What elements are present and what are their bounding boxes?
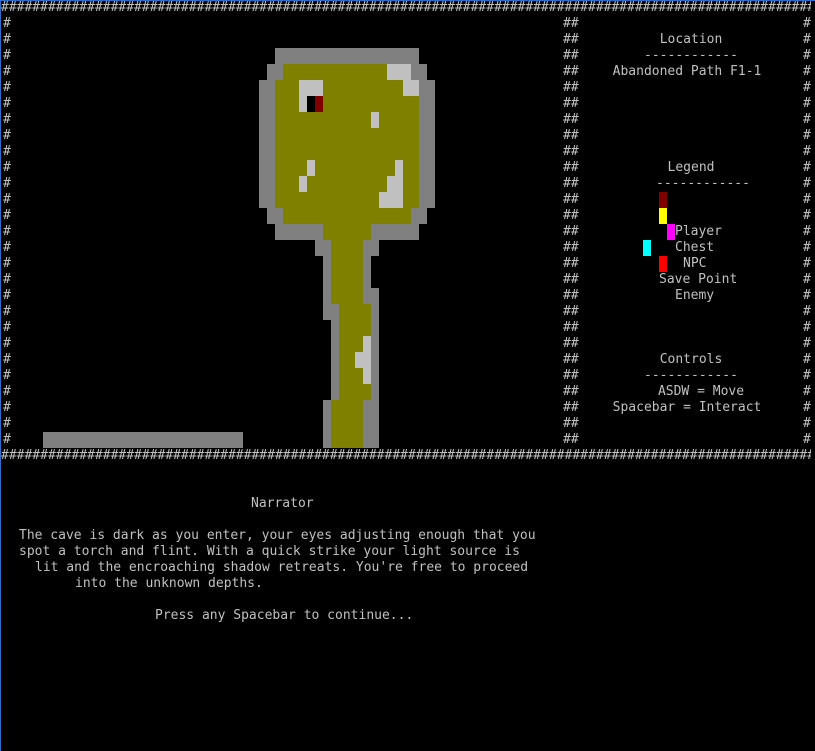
chest-swatch <box>659 208 667 224</box>
continue-prompt[interactable]: Press any Spacebar to continue... <box>155 608 413 624</box>
ledge-wall <box>43 432 243 448</box>
player-swatch <box>659 192 667 208</box>
player <box>307 96 323 112</box>
dialog-speaker: Narrator <box>251 496 314 511</box>
legend-item-save-point: Save Point <box>643 240 737 287</box>
enemy-swatch <box>659 256 667 272</box>
legend-divider: ------------ <box>656 176 750 191</box>
legend-item-player: Player <box>659 192 722 239</box>
controls-header: Controls <box>659 352 723 367</box>
save-point-swatch <box>643 240 651 256</box>
dialog-line: lit and the encroaching shadow retreats.… <box>35 560 529 575</box>
dialog-line: into the unknown depths. <box>75 576 263 591</box>
legend-item-enemy: Enemy <box>659 256 714 303</box>
location-header: Location <box>659 32 723 47</box>
dialog-line: The cave is dark as you enter, your eyes… <box>19 528 536 543</box>
location-name: Abandoned Path F1-1 <box>612 64 762 79</box>
controls-move: ASDW = Move <box>657 384 745 399</box>
location-divider: ------------ <box>644 48 738 63</box>
controls-divider: ------------ <box>644 368 738 383</box>
dialog-line: spot a torch and flint. With a quick str… <box>19 544 520 559</box>
controls-interact: Spacebar = Interact <box>612 400 762 415</box>
legend-header: Legend <box>667 160 715 175</box>
legend-item-npc: NPC <box>667 224 706 271</box>
legend-item-chest: Chest <box>659 208 714 255</box>
npc-swatch <box>667 224 675 240</box>
legend-label: Enemy <box>675 288 715 303</box>
cave-floor <box>275 64 419 448</box>
